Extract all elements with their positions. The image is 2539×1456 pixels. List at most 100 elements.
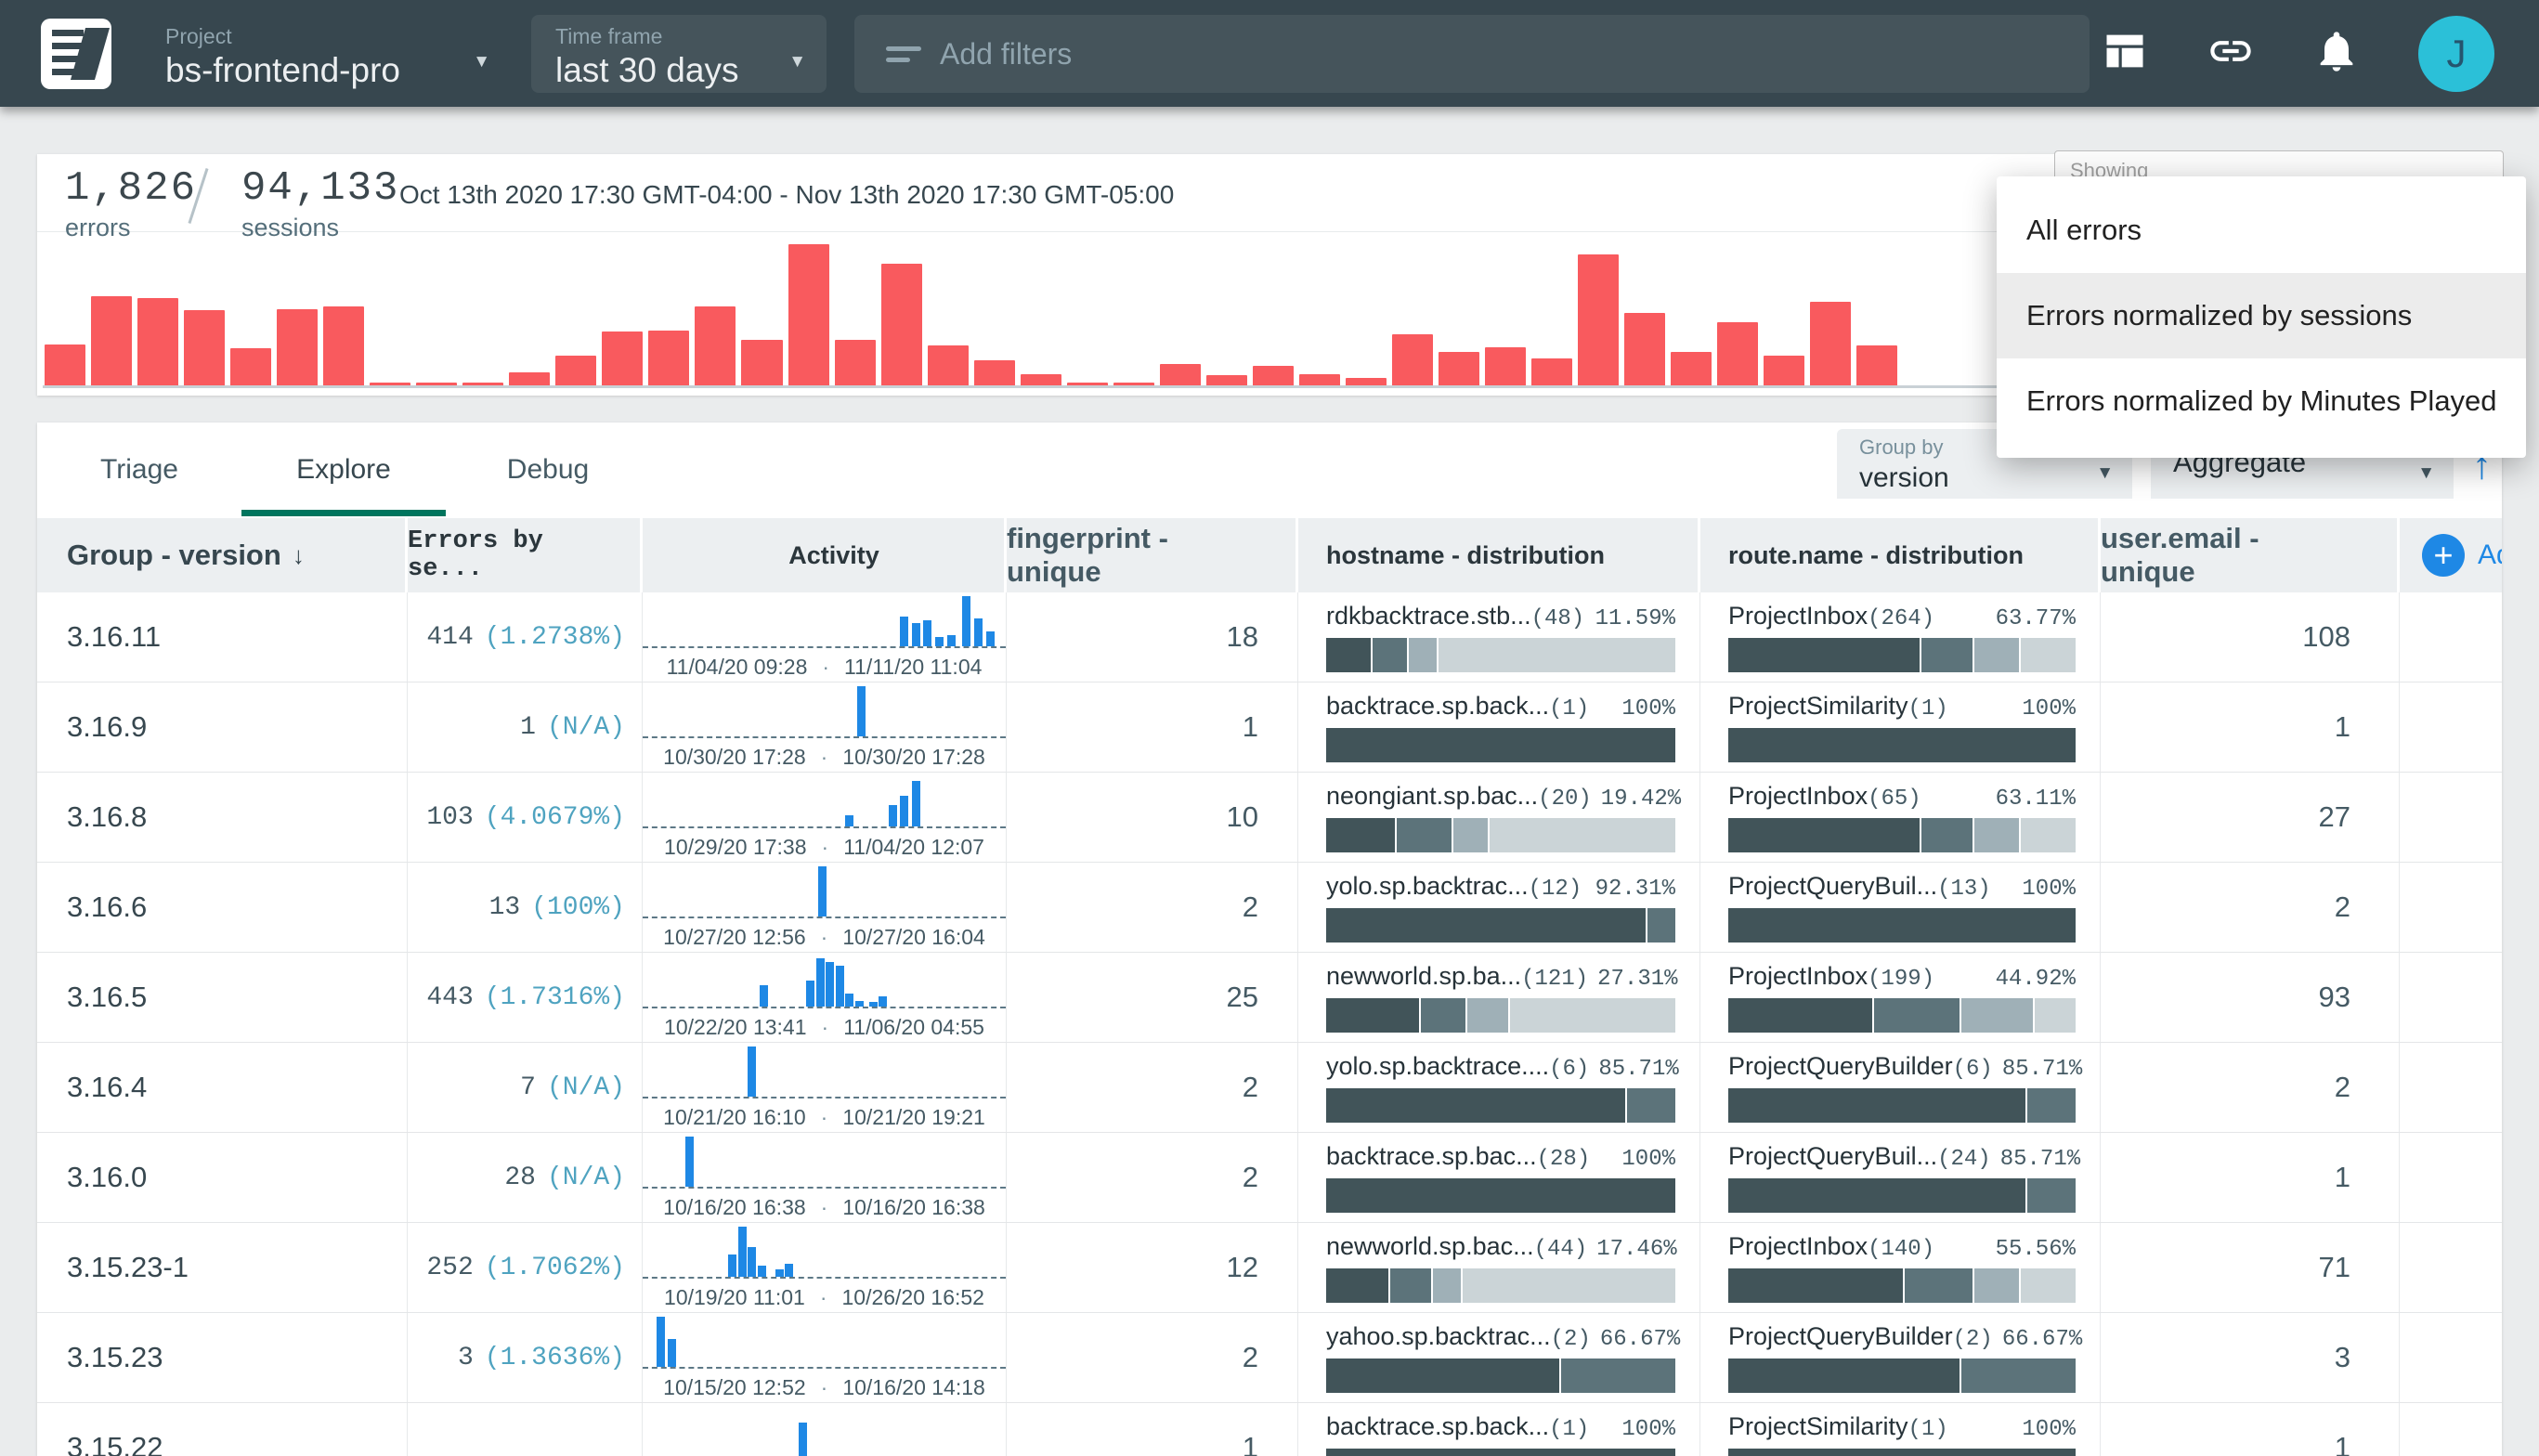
dashboard-layout-icon[interactable] — [2101, 27, 2149, 80]
hostname-count: (44) — [1534, 1237, 1588, 1262]
fingerprint-unique-value: 1 — [1243, 1431, 1258, 1456]
user-avatar[interactable]: J — [2418, 16, 2494, 92]
histogram-bar[interactable] — [1346, 378, 1387, 385]
histogram-bar[interactable] — [788, 244, 829, 385]
activity-end-date: 11/06/20 04:55 — [843, 1015, 984, 1039]
column-header-2[interactable]: Errors by se... — [408, 518, 643, 592]
histogram-bar[interactable] — [602, 332, 643, 385]
histogram-bar[interactable] — [928, 345, 969, 385]
activity-end-date: 11/04/20 12:07 — [843, 835, 984, 859]
histogram-bar[interactable] — [1392, 334, 1433, 385]
histogram-bar[interactable] — [1531, 358, 1572, 385]
tab-explore[interactable]: Explore — [241, 422, 446, 516]
table-row[interactable]: 3.15.233(1.3636%)10/15/20 12:52·10/16/20… — [37, 1313, 2502, 1403]
histogram-bar[interactable] — [1856, 345, 1897, 385]
histogram-bar[interactable] — [1485, 347, 1526, 385]
histogram-bar[interactable] — [1810, 302, 1851, 385]
add-column-button[interactable]: +Add — [2400, 518, 2502, 592]
histogram-bar[interactable] — [881, 264, 922, 385]
version-value: 3.15.22 — [67, 1431, 163, 1456]
column-header-3[interactable]: Activity — [643, 518, 1007, 592]
route-name-distribution: ProjectSimilarity(1)100% — [1728, 1412, 2076, 1456]
chevron-down-icon: ▼ — [788, 52, 806, 72]
histogram-bar[interactable] — [974, 360, 1015, 385]
histogram-bar[interactable] — [323, 306, 364, 385]
histogram-bar[interactable] — [741, 340, 782, 385]
histogram-bar[interactable] — [1578, 254, 1619, 385]
table-row[interactable]: 3.16.11414(1.2738%)11/04/20 09:28·11/11/… — [37, 592, 2502, 682]
hostname-distribution: newworld.sp.ba...(121)27.31% — [1326, 962, 1675, 1033]
route-name-name: ProjectInbox — [1728, 602, 1868, 630]
activity-start-date: 10/15/20 12:52 — [663, 1375, 805, 1399]
table-row[interactable]: 3.15.221backtrace.sp.back...(1)100%Proje… — [37, 1403, 2502, 1456]
hostname-percent: 100% — [1612, 1417, 1675, 1442]
hostname-distribution: yahoo.sp.backtrac...(2)66.67% — [1326, 1322, 1675, 1393]
histogram-bar[interactable] — [1717, 322, 1758, 385]
histogram-bar[interactable] — [462, 383, 503, 385]
activity-start-date: 10/21/20 16:10 — [663, 1105, 805, 1129]
histogram-bar[interactable] — [695, 306, 736, 385]
explore-panel: TriageExploreDebug Group by version ▼ Ag… — [37, 422, 2502, 1456]
hostname-distribution-bar — [1326, 1088, 1675, 1123]
route-name-count: (199) — [1868, 967, 1934, 992]
showing-option[interactable]: Errors normalized by Minutes Played — [1997, 358, 2526, 444]
histogram-bar[interactable] — [1299, 374, 1340, 385]
add-filters-input[interactable]: Add filters — [854, 15, 2090, 93]
histogram-bar[interactable] — [1439, 352, 1479, 385]
activity-sparkline: 10/27/20 12:56·10/27/20 16:04 — [643, 864, 1006, 950]
column-header-4[interactable]: fingerprint - unique — [1007, 518, 1298, 592]
histogram-bar[interactable] — [1206, 375, 1247, 385]
tab-triage[interactable]: Triage — [37, 422, 241, 516]
histogram-bar[interactable] — [91, 296, 132, 385]
histogram-bar[interactable] — [277, 309, 318, 385]
histogram-bar[interactable] — [45, 344, 85, 385]
histogram-bar[interactable] — [1160, 364, 1201, 385]
showing-option[interactable]: Errors normalized by sessions — [1997, 273, 2526, 358]
histogram-bar[interactable] — [1113, 383, 1154, 385]
histogram-bar[interactable] — [1764, 356, 1804, 385]
table-row[interactable]: 3.16.613(100%)10/27/20 12:56·10/27/20 16… — [37, 863, 2502, 953]
showing-option[interactable]: All errors — [1997, 188, 2526, 273]
histogram-bar[interactable] — [416, 383, 457, 385]
route-name-count: (140) — [1868, 1237, 1934, 1262]
table-row[interactable]: 3.16.91(N/A)10/30/20 17:28·10/30/20 17:2… — [37, 682, 2502, 773]
errors-percent: (100%) — [531, 893, 625, 922]
column-header-6[interactable]: route.name - distribution — [1700, 518, 2101, 592]
top-navbar: Project bs-frontend-pro ▼ Time frame las… — [0, 0, 2539, 107]
histogram-bar[interactable] — [509, 372, 550, 385]
histogram-bar[interactable] — [835, 340, 876, 385]
activity-start-date: 11/04/20 09:28 — [667, 655, 808, 679]
histogram-bar[interactable] — [1067, 383, 1108, 385]
hostname-name: neongiant.sp.bac... — [1326, 782, 1538, 811]
hostname-distribution: backtrace.sp.bac...(28)100% — [1326, 1142, 1675, 1213]
histogram-bar[interactable] — [1253, 366, 1294, 385]
table-row[interactable]: 3.16.5443(1.7316%)10/22/20 13:41·11/06/2… — [37, 953, 2502, 1043]
column-header-7[interactable]: user.email - unique — [2101, 518, 2400, 592]
link-icon[interactable] — [2207, 27, 2255, 80]
histogram-bar[interactable] — [555, 356, 596, 385]
histogram-bar[interactable] — [1671, 352, 1712, 385]
backtrace-logo-icon — [41, 19, 111, 89]
route-name-percent: 63.11% — [1986, 786, 2076, 812]
column-header-1[interactable]: Group - version↓ — [37, 518, 408, 592]
route-name-distribution: ProjectInbox(264)63.77% — [1728, 602, 2076, 672]
table-row[interactable]: 3.16.47(N/A)10/21/20 16:10·10/21/20 19:2… — [37, 1043, 2502, 1133]
timeframe-selector[interactable]: Time frame last 30 days ▼ — [531, 15, 827, 93]
hostname-distribution: neongiant.sp.bac...(20)19.42% — [1326, 782, 1675, 852]
histogram-bar[interactable] — [648, 331, 689, 385]
histogram-bar[interactable] — [1021, 374, 1061, 385]
notifications-bell-icon[interactable] — [2312, 27, 2361, 80]
histogram-bar[interactable] — [230, 348, 271, 385]
histogram-bar[interactable] — [370, 383, 410, 385]
tab-debug[interactable]: Debug — [446, 422, 650, 516]
table-row[interactable]: 3.16.028(N/A)10/16/20 16:38·10/16/20 16:… — [37, 1133, 2502, 1223]
histogram-bar[interactable] — [137, 298, 178, 385]
user-email-unique-value: 1 — [2335, 1431, 2350, 1456]
histogram-bar[interactable] — [184, 310, 225, 385]
table-row[interactable]: 3.16.8103(4.0679%)10/29/20 17:38·11/04/2… — [37, 773, 2502, 863]
activity-start-date: 10/30/20 17:28 — [663, 745, 805, 769]
histogram-bar[interactable] — [1624, 313, 1665, 385]
table-row[interactable]: 3.15.23-1252(1.7062%)10/19/20 11:01·10/2… — [37, 1223, 2502, 1313]
column-header-5[interactable]: hostname - distribution — [1298, 518, 1700, 592]
project-selector[interactable]: Project bs-frontend-pro ▼ — [165, 15, 490, 93]
